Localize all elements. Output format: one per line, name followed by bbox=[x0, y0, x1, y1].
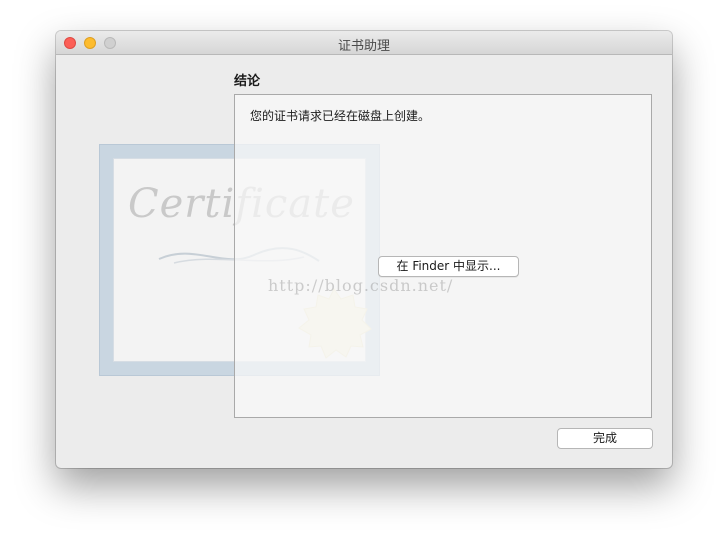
title-bar: 证书助理 bbox=[56, 31, 672, 55]
certificate-assistant-window: 证书助理 Certificate 结论 您的证书请求已经在磁盘上创建。 在 Fi… bbox=[56, 31, 672, 468]
window-title: 证书助理 bbox=[337, 39, 390, 54]
show-in-finder-button[interactable]: 在 Finder 中显示... bbox=[378, 256, 519, 277]
done-button[interactable]: 完成 bbox=[557, 428, 653, 449]
result-message: 您的证书请求已经在磁盘上创建。 bbox=[250, 109, 431, 123]
watermark-text: http://blog.csdn.net/ bbox=[268, 276, 454, 295]
section-title: 结论 bbox=[234, 74, 261, 89]
content-panel: 您的证书请求已经在磁盘上创建。 在 Finder 中显示... bbox=[234, 94, 652, 418]
